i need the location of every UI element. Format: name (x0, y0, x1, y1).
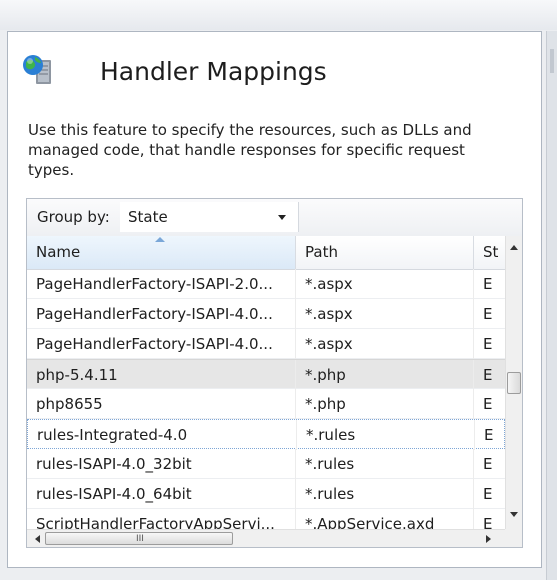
cell-name: PageHandlerFactory-ISAPI-4.0... (27, 299, 296, 329)
table-row[interactable]: rules-ISAPI-4.0_64bit *.rules E (27, 479, 505, 509)
horizontal-scroll-thumb[interactable]: III (45, 532, 233, 545)
vertical-scroll-thumb[interactable] (507, 372, 521, 394)
column-header-label: Name (36, 243, 81, 261)
scroll-left-icon[interactable] (35, 535, 40, 543)
table-row[interactable]: rules-ISAPI-4.0_32bit *.rules E (27, 449, 505, 479)
scroll-down-icon[interactable] (510, 512, 518, 517)
sort-ascending-icon (155, 237, 165, 242)
scroll-grip: III (136, 534, 144, 544)
cell-path: *.php (296, 360, 474, 390)
cell-path: *.rules (296, 479, 474, 509)
cell-name: PageHandlerFactory-ISAPI-4.0... (27, 329, 296, 359)
scroll-up-icon[interactable] (510, 245, 518, 250)
cell-name: php8655 (27, 389, 296, 419)
table-row-focused[interactable]: rules-Integrated-4.0 *.rules E (27, 419, 505, 450)
cell-state: E (483, 305, 493, 323)
column-header-name[interactable]: Name (27, 236, 296, 269)
cell-name: PageHandlerFactory-ISAPI-2.0... (27, 269, 296, 299)
cell-name: rules-ISAPI-4.0_64bit (27, 479, 296, 509)
right-pane-scroll-thumb[interactable] (550, 49, 554, 73)
scroll-right-icon[interactable] (486, 535, 491, 543)
scrollbar-corner (505, 529, 522, 547)
column-header-label: Path (305, 243, 338, 261)
feature-panel: Handler Mappings Use this feature to spe… (7, 31, 542, 568)
right-pane-scrollbar[interactable] (546, 31, 557, 580)
cell-state: E (483, 485, 493, 503)
cell-state: E (483, 335, 493, 353)
group-by-bar: Group by: State (27, 199, 522, 237)
cell-path: *.aspx (296, 269, 474, 299)
cell-path: *.rules (297, 420, 475, 450)
chevron-down-icon[interactable] (278, 215, 286, 220)
vertical-scrollbar[interactable] (505, 236, 522, 529)
cell-name: php-5.4.11 (27, 360, 296, 390)
handler-list: Group by: State Name Path St PageHandler… (26, 198, 523, 548)
cell-path: *.aspx (296, 329, 474, 359)
column-header-row: Name Path St (27, 236, 505, 270)
server-globe-icon (23, 55, 51, 84)
handler-rows: PageHandlerFactory-ISAPI-2.0... *.aspx E… (27, 269, 505, 539)
cell-name: rules-Integrated-4.0 (28, 420, 297, 450)
cell-path: *.aspx (296, 299, 474, 329)
cell-path: *.php (296, 389, 474, 419)
table-row[interactable]: php8655 *.php E (27, 389, 505, 419)
group-by-dropdown[interactable]: State (120, 202, 299, 232)
cell-name: rules-ISAPI-4.0_32bit (27, 449, 296, 479)
cell-state: E (483, 395, 493, 413)
cell-path: *.rules (296, 449, 474, 479)
cell-state: E (483, 366, 493, 384)
feature-description: Use this feature to specify the resource… (28, 121, 472, 179)
group-by-label: Group by: (37, 208, 110, 226)
group-by-value: State (128, 208, 168, 226)
cell-state: E (484, 426, 494, 444)
table-row[interactable]: PageHandlerFactory-ISAPI-4.0... *.aspx E (27, 299, 505, 329)
cell-state: E (483, 275, 493, 293)
column-header-path[interactable]: Path (296, 236, 474, 269)
bottom-band (0, 568, 546, 580)
cell-state: E (483, 455, 493, 473)
table-row[interactable]: PageHandlerFactory-ISAPI-4.0... *.aspx E (27, 329, 505, 359)
table-row-selected[interactable]: php-5.4.11 *.php E (27, 359, 505, 390)
table-row[interactable]: PageHandlerFactory-ISAPI-2.0... *.aspx E (27, 269, 505, 299)
page-title: Handler Mappings (100, 57, 327, 86)
horizontal-scrollbar[interactable]: III (27, 529, 505, 547)
top-band (0, 0, 557, 30)
column-header-label: St (483, 243, 499, 261)
